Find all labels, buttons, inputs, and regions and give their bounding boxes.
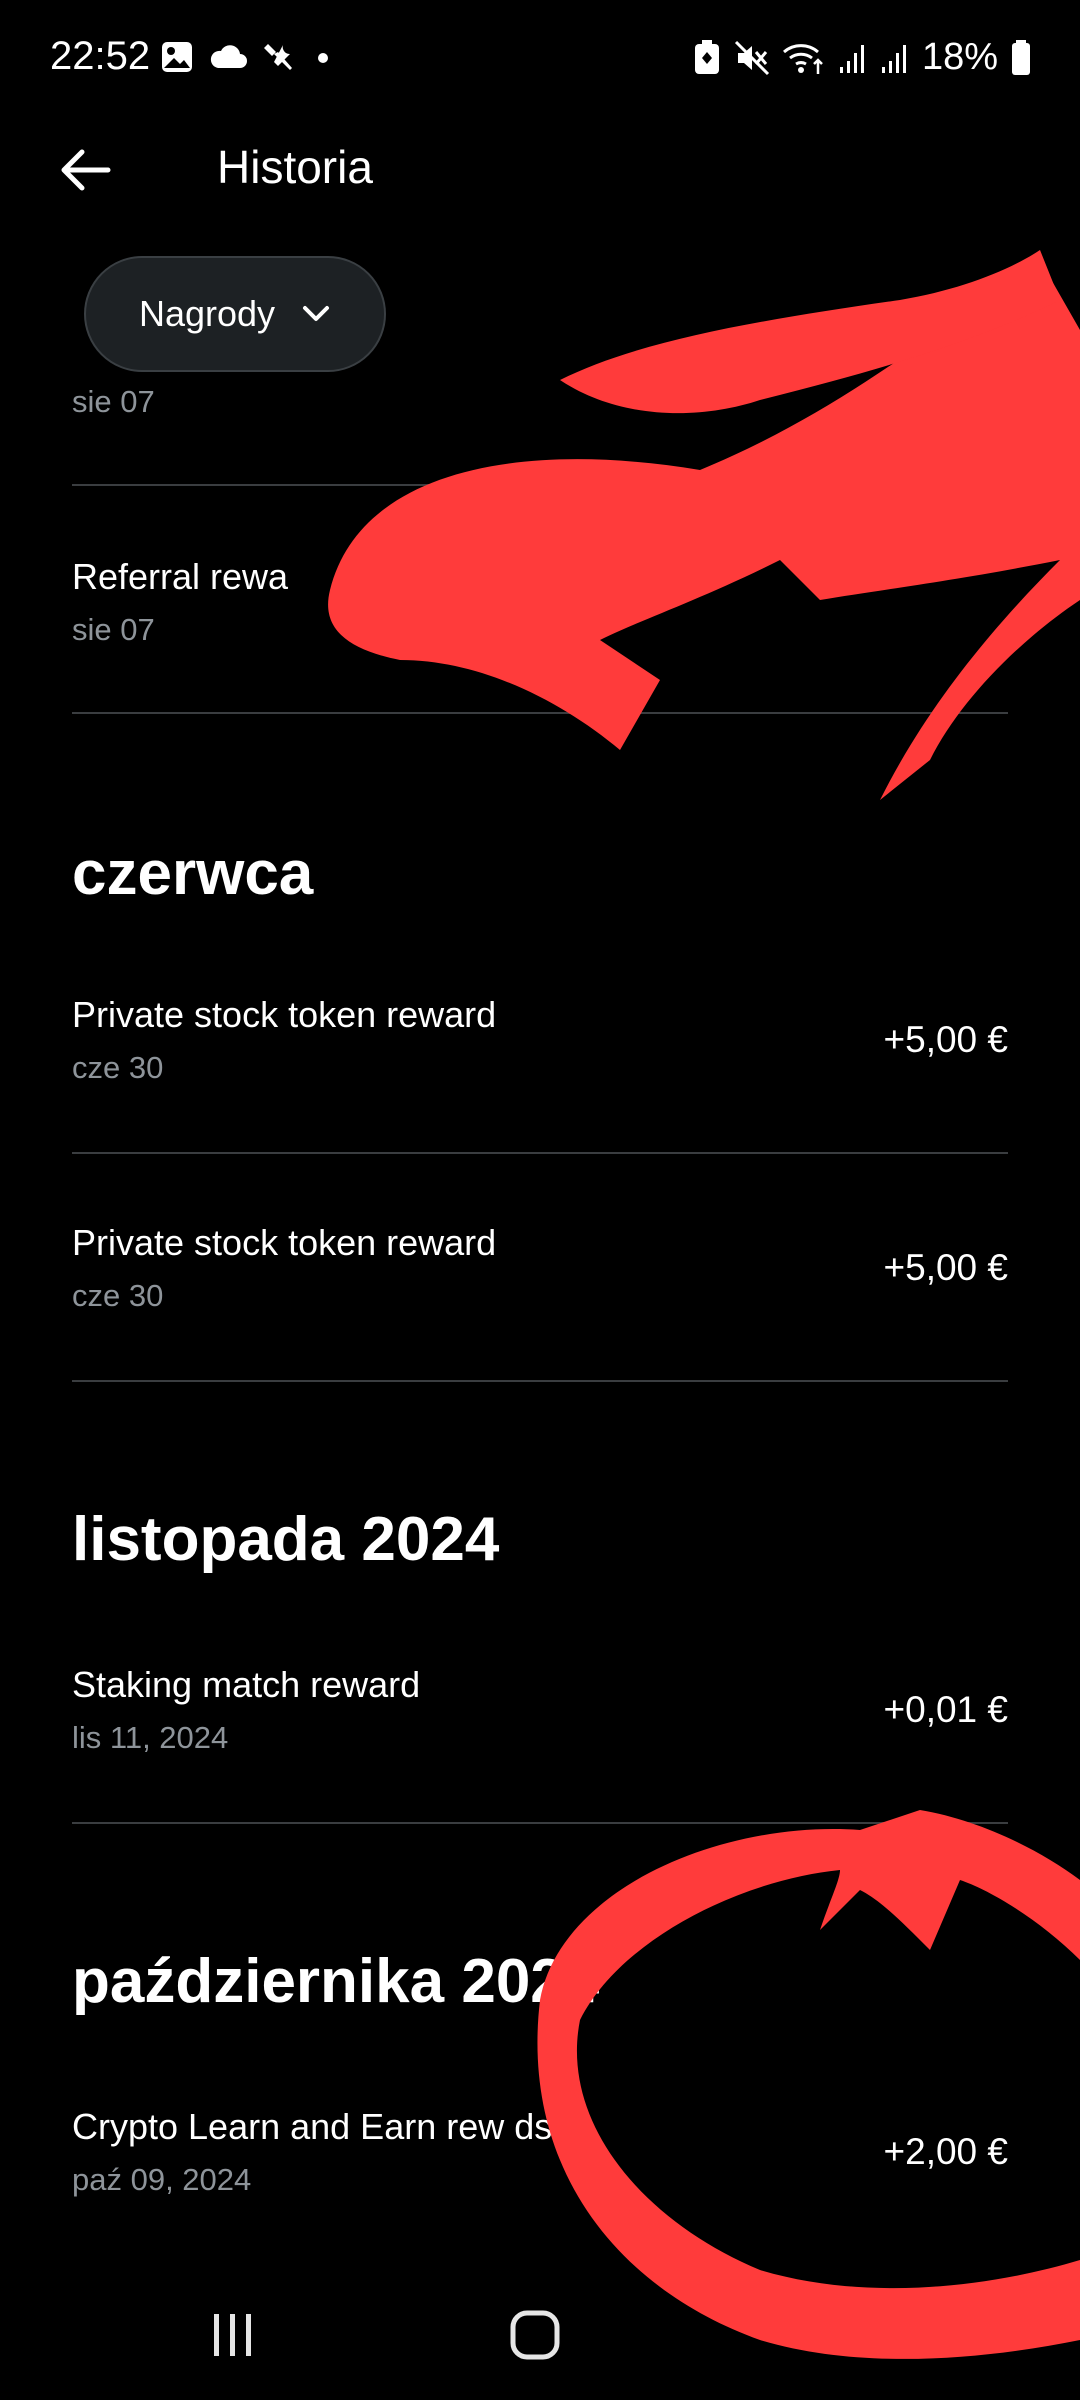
- navigation-bar: [0, 2270, 1080, 2400]
- row-date: sie 07: [72, 384, 155, 419]
- status-bar: 22:52 18%: [0, 0, 1080, 120]
- list-item[interactable]: Private stock token reward cze 30 +5,00 …: [72, 994, 1008, 1220]
- row-date: cze 30: [72, 1278, 164, 1313]
- mute-icon: [734, 40, 770, 76]
- app-bar: Historia: [0, 120, 1080, 220]
- recents-icon: [208, 2310, 258, 2360]
- divider: [72, 1822, 1008, 1824]
- wifi-icon: [782, 40, 826, 76]
- dot-icon: [310, 40, 336, 74]
- row-date: paź 09, 2024: [72, 2162, 252, 2197]
- tools-icon: [262, 40, 296, 74]
- row-title: Staking match reward: [72, 1664, 421, 1705]
- row-date: lis 11, 2024: [72, 1720, 229, 1755]
- chevron-down-icon: [301, 304, 331, 324]
- status-left-icons: [160, 40, 336, 74]
- signal-icon: [838, 41, 868, 75]
- status-right-icons: 18%: [692, 36, 1032, 79]
- home-icon: [509, 2309, 561, 2361]
- row-date: cze 30: [72, 1050, 164, 1085]
- list-item[interactable]: Staking match reward lis 11, 2024 +0,01 …: [72, 1664, 1008, 1890]
- row-title: Referral rewa: [72, 556, 289, 597]
- list-item[interactable]: Referral rewa sie 07: [72, 556, 1008, 782]
- divider: [72, 712, 1008, 714]
- battery-icon: [1010, 39, 1032, 76]
- cloud-icon: [208, 42, 248, 72]
- arrow-left-icon: [58, 146, 112, 194]
- row-title: Private stock token reward: [72, 1222, 497, 1263]
- battery-saver-icon: [692, 39, 722, 76]
- row-title: Crypto Learn and Earn rew ds: [72, 2106, 553, 2147]
- list-item[interactable]: sie 07: [72, 328, 1008, 554]
- row-amount: +0,01 €: [883, 1689, 1008, 1730]
- row-date: sie 07: [72, 612, 155, 647]
- recents-button[interactable]: [188, 2300, 278, 2370]
- divider: [72, 1152, 1008, 1154]
- page-title: Historia: [217, 141, 373, 193]
- section-header: października 2024: [72, 1947, 600, 2016]
- back-button[interactable]: [50, 138, 120, 202]
- divider: [72, 484, 1008, 486]
- section-header: listopada 2024: [72, 1505, 500, 1574]
- status-time: 22:52: [50, 34, 151, 78]
- divider: [72, 1380, 1008, 1382]
- signal-icon: [880, 41, 910, 75]
- section-header: czerwca: [72, 839, 314, 908]
- row-amount: +5,00 €: [883, 1019, 1008, 1060]
- battery-percentage: 18%: [921, 36, 998, 78]
- row-amount: +5,00 €: [883, 1247, 1008, 1288]
- list-item[interactable]: Private stock token reward cze 30 +5,00 …: [72, 1222, 1008, 1448]
- home-button[interactable]: [490, 2300, 580, 2370]
- gallery-icon: [160, 40, 194, 74]
- row-amount: +2,00 €: [883, 2131, 1008, 2172]
- row-title: Private stock token reward: [72, 994, 497, 1035]
